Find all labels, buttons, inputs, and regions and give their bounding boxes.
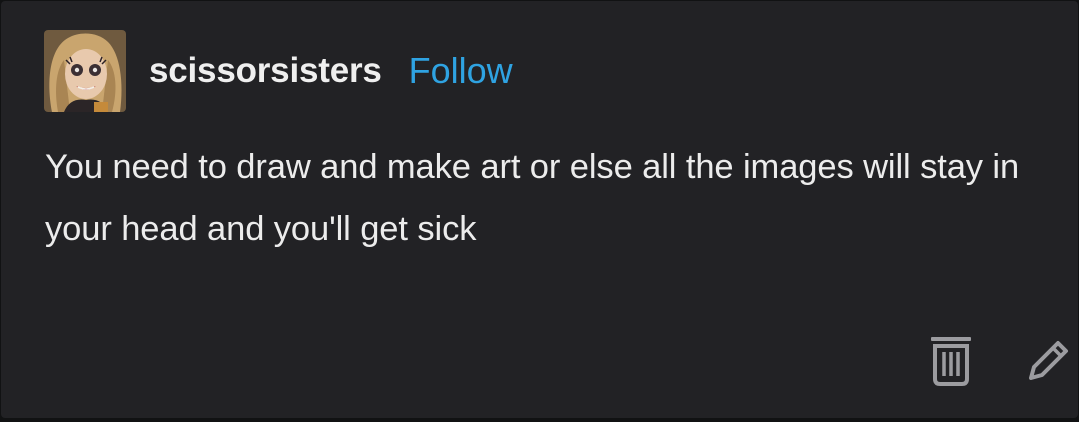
post-actions <box>921 330 1078 390</box>
edit-button[interactable] <box>1018 330 1078 390</box>
post-card: scissorsisters Follow You need to draw a… <box>1 1 1078 418</box>
delete-button[interactable] <box>921 330 981 390</box>
follow-button[interactable]: Follow <box>409 50 513 92</box>
avatar[interactable] <box>44 30 126 112</box>
username[interactable]: scissorsisters <box>149 51 382 91</box>
post-body-text: You need to draw and make art or else al… <box>45 148 1020 248</box>
avatar-image <box>44 30 126 112</box>
trash-icon <box>931 337 971 386</box>
post-header: scissorsisters Follow <box>44 30 513 112</box>
pencil-icon <box>1029 341 1068 380</box>
